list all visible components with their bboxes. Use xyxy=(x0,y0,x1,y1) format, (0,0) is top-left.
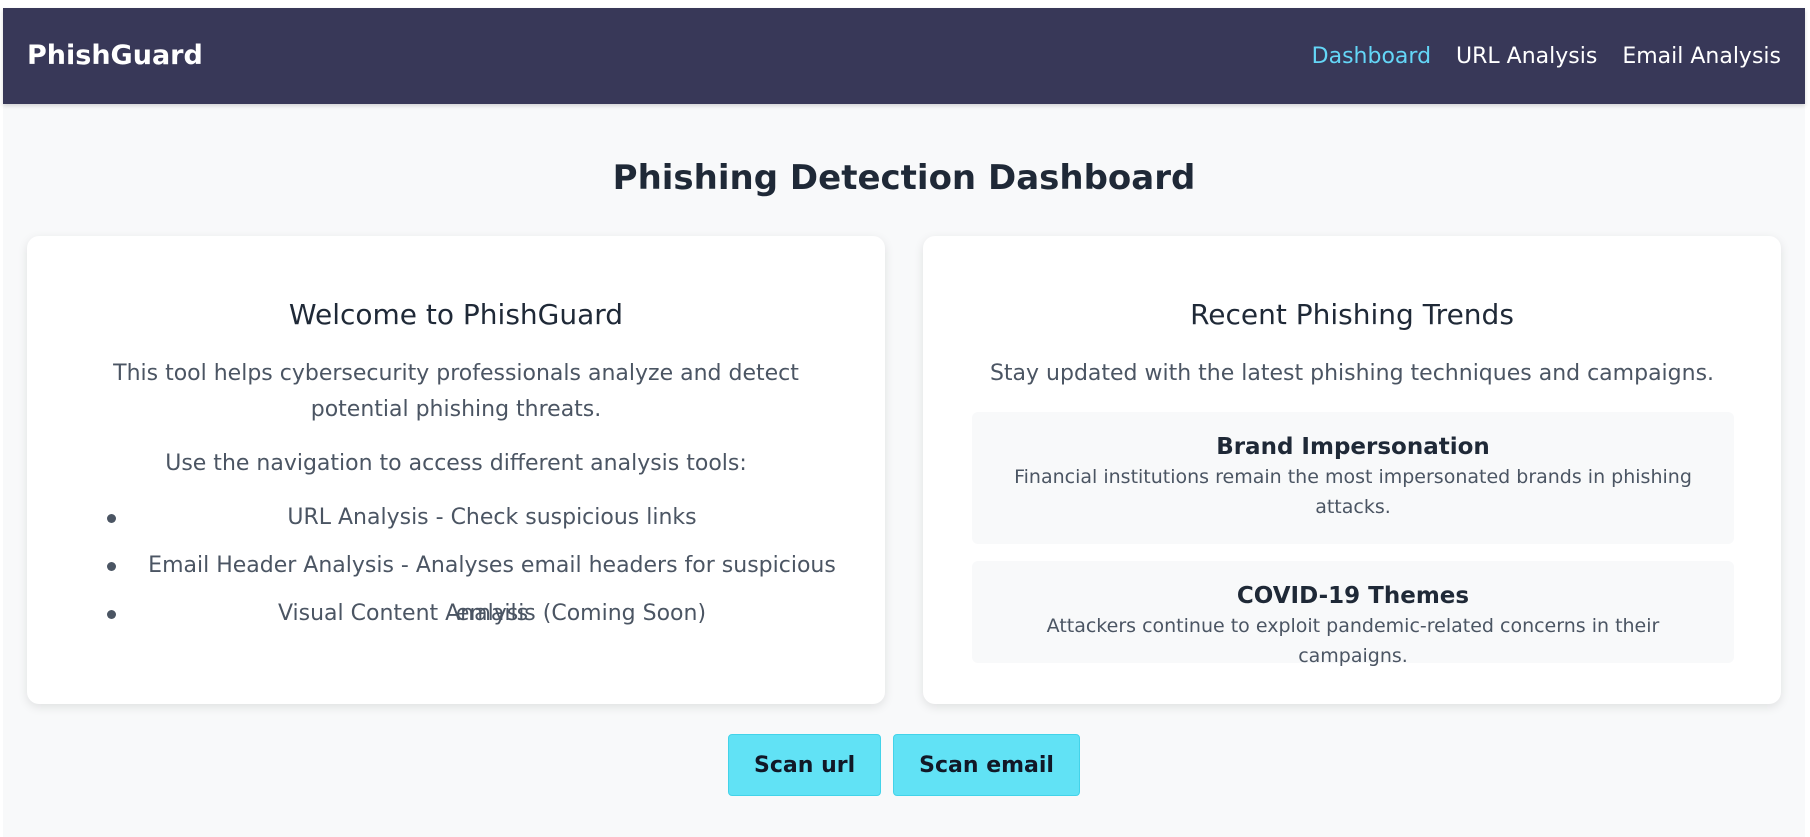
welcome-intro: This tool helps cybersecurity profession… xyxy=(113,361,799,422)
trends-card: Recent Phishing Trends Stay updated with… xyxy=(923,236,1781,704)
tool-url-analysis: URL Analysis - Check suspicious links xyxy=(287,505,697,530)
trend-title: Brand Impersonation xyxy=(1216,434,1490,460)
tool-list-item: URL Analysis - Check suspicious links xyxy=(77,494,867,542)
scan-email-button[interactable]: Scan email xyxy=(893,734,1080,796)
bullet-icon xyxy=(107,610,116,619)
trend-item-brand-impersonation: Brand Impersonation Financial institutio… xyxy=(972,412,1734,544)
app-root: PhishGuard Dashboard URL Analysis Email … xyxy=(3,8,1805,837)
bullet-icon xyxy=(107,562,116,571)
scan-actions: Scan url Scan email xyxy=(3,734,1805,796)
analysis-tool-list: URL Analysis - Check suspicious links Em… xyxy=(77,494,867,638)
welcome-card: Welcome to PhishGuard This tool helps cy… xyxy=(27,236,885,704)
nav-link-email-analysis[interactable]: Email Analysis xyxy=(1622,44,1781,69)
scan-url-button[interactable]: Scan url xyxy=(728,734,882,796)
trends-intro: Stay updated with the latest phishing te… xyxy=(989,361,1715,386)
trend-item-covid-themes: COVID-19 Themes Attackers continue to ex… xyxy=(972,561,1734,667)
trends-card-title: Recent Phishing Trends xyxy=(1190,298,1514,331)
nav-links: Dashboard URL Analysis Email Analysis xyxy=(1312,8,1781,104)
trend-description: Attackers continue to exploit pandemic-r… xyxy=(1046,615,1660,667)
nav-link-url-analysis[interactable]: URL Analysis xyxy=(1456,44,1597,69)
navigation-hint: Use the navigation to access different a… xyxy=(165,451,747,476)
tool-list-item: Visual Content Analysis (Coming Soon) xyxy=(77,590,867,638)
welcome-card-title: Welcome to PhishGuard xyxy=(288,298,624,331)
nav-link-dashboard[interactable]: Dashboard xyxy=(1312,44,1431,69)
top-navbar: PhishGuard Dashboard URL Analysis Email … xyxy=(3,8,1805,104)
tool-visual-content-analysis: Visual Content Analysis (Coming Soon) xyxy=(277,601,707,626)
trend-title: COVID-19 Themes xyxy=(1236,583,1470,609)
trend-description: Financial institutions remain the most i… xyxy=(1014,466,1692,518)
page-title: Phishing Detection Dashboard xyxy=(612,158,1196,198)
tool-list-item: Email Header Analysis - Analyses email h… xyxy=(77,542,867,626)
brand-logo[interactable]: PhishGuard xyxy=(27,8,203,104)
bullet-icon xyxy=(107,514,116,523)
